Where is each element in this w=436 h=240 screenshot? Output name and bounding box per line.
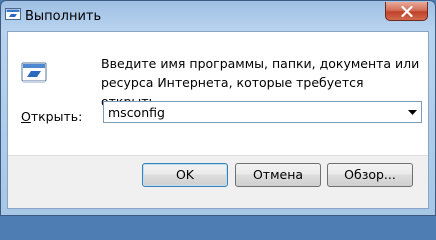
open-input[interactable] [108, 104, 398, 120]
title-bar: Выполнить [1, 1, 435, 31]
open-combobox[interactable] [103, 101, 422, 123]
close-icon [401, 6, 413, 17]
cancel-button[interactable]: Отмена [235, 163, 321, 187]
chevron-down-icon[interactable] [408, 110, 417, 115]
open-label: Открыть: [21, 109, 83, 124]
program-icon [21, 62, 47, 83]
dialog-body: Введите имя программы, папки, документа … [7, 31, 429, 209]
close-button[interactable] [385, 2, 428, 21]
browse-button[interactable]: Обзор... [327, 163, 413, 187]
window-title: Выполнить [25, 9, 102, 24]
run-dialog: Выполнить Введите имя программы, папки, … [0, 0, 436, 216]
ok-button[interactable]: OK [142, 163, 228, 187]
run-icon [5, 8, 21, 20]
open-label-rest: ткрыть: [30, 109, 83, 124]
